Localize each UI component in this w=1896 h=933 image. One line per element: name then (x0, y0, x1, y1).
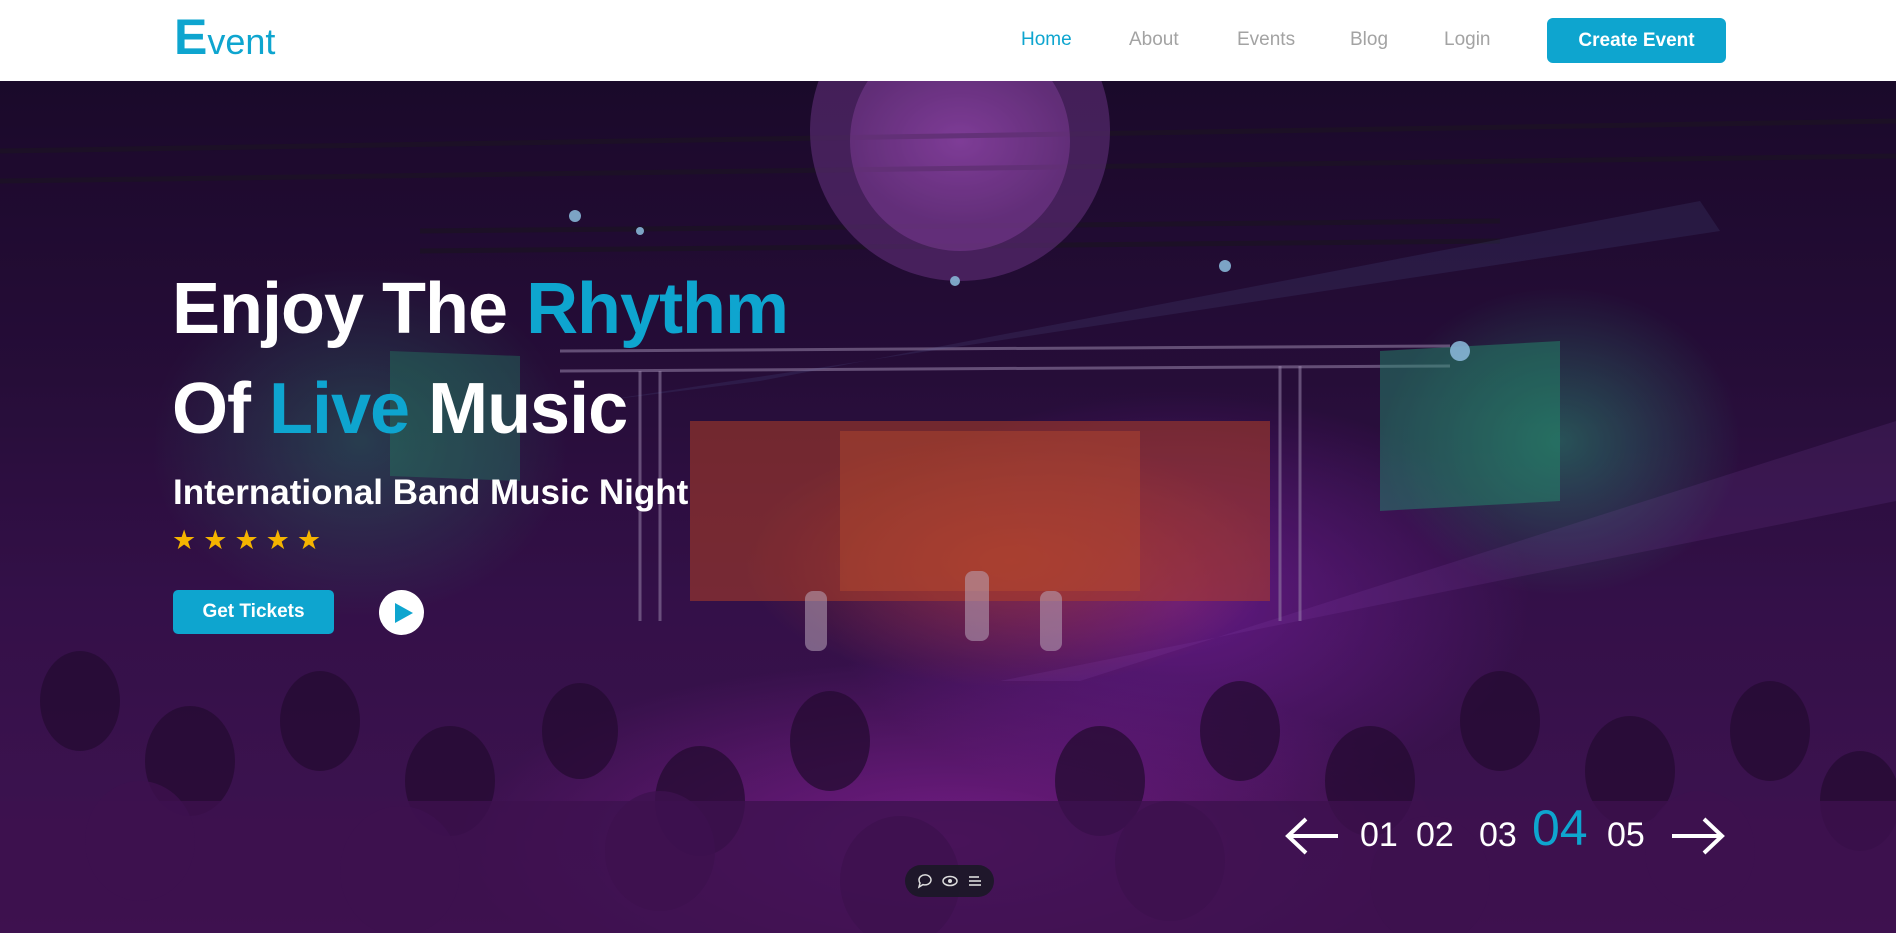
slide-number-5[interactable]: 05 (1607, 816, 1645, 855)
floating-toolbar (905, 865, 994, 897)
hero-title-part: Music (428, 369, 628, 449)
slide-number-3[interactable]: 03 (1479, 816, 1517, 855)
nav-link-blog[interactable]: Blog (1350, 29, 1388, 51)
star-icon: ★ (296, 525, 322, 555)
hero-title-accent: Live (269, 369, 410, 449)
get-tickets-button[interactable]: Get Tickets (173, 590, 334, 634)
slide-number-4-current[interactable]: 04 (1532, 799, 1588, 857)
star-icon: ★ (265, 525, 290, 555)
hero-title-accent: Rhythm (526, 269, 789, 349)
hero-title-part: Enjoy The (172, 269, 508, 349)
play-icon (394, 602, 413, 623)
hero-subtitle: International Band Music Night (173, 473, 689, 512)
nav-link-home[interactable]: Home (1021, 29, 1072, 51)
logo-text: vent (207, 21, 276, 62)
prev-slide-arrow-icon[interactable] (1284, 816, 1340, 861)
comment-icon[interactable] (917, 873, 933, 889)
top-navbar: E vent Home About Events Blog Login Crea… (0, 0, 1896, 81)
hero-title-line-1: Enjoy The Rhythm (172, 268, 789, 350)
star-icon: ★ (234, 525, 259, 555)
hero-title-part: Of (172, 369, 251, 449)
eye-icon[interactable] (941, 873, 958, 889)
logo-letter: E (174, 9, 208, 65)
nav-link-about[interactable]: About (1129, 29, 1179, 51)
site-logo[interactable]: E vent (174, 12, 275, 62)
slide-number-1[interactable]: 01 (1360, 816, 1398, 855)
nav-link-login[interactable]: Login (1444, 29, 1491, 51)
slide-number-2[interactable]: 02 (1416, 816, 1454, 855)
hero-title-line-2: Of Live Music (172, 368, 628, 450)
create-event-button[interactable]: Create Event (1547, 18, 1726, 63)
nav-link-events[interactable]: Events (1237, 29, 1295, 51)
list-icon[interactable] (967, 873, 983, 889)
next-slide-arrow-icon[interactable] (1670, 816, 1726, 861)
play-video-button[interactable] (379, 590, 424, 635)
star-rating: ★ ★ ★ ★ ★ (172, 527, 321, 554)
star-icon: ★ (203, 525, 228, 555)
star-icon: ★ (172, 525, 197, 555)
